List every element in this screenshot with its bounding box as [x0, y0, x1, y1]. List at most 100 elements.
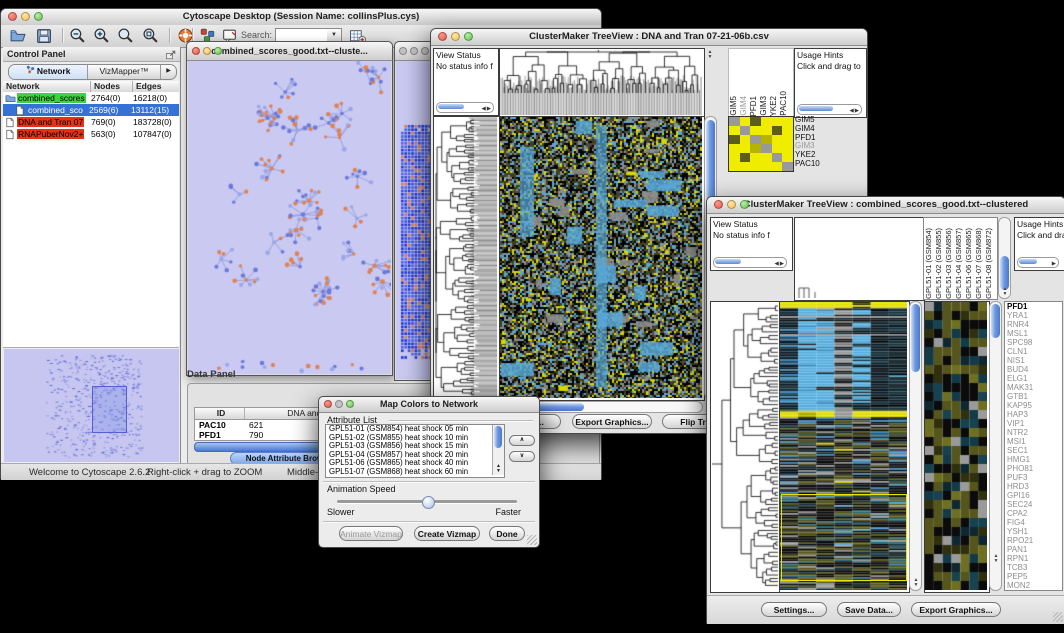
network-table-row[interactable]: RNAPuberNov2+563(0)107847(0) [3, 128, 179, 140]
zoom-matrix-cell[interactable] [782, 126, 793, 135]
zoom-button[interactable] [346, 400, 354, 408]
zoom-button[interactable] [214, 47, 222, 55]
attribute-table-icon[interactable] [196, 388, 213, 405]
tv2-export-graphics-button[interactable]: Export Graphics... [911, 602, 1001, 617]
move-down-button[interactable]: ∨ [509, 451, 535, 462]
zoom-matrix-cell[interactable] [761, 153, 772, 162]
open-file-icon[interactable] [9, 27, 26, 44]
tv2-overview-heatmap[interactable] [779, 301, 910, 593]
birdseye-viewport-rect[interactable] [92, 386, 127, 433]
tv1-view-status-scrollbar[interactable]: ◀▶ [436, 102, 494, 113]
slider-thumb[interactable] [422, 496, 435, 509]
tv1-row-dendrogram[interactable] [433, 116, 500, 401]
zoom-matrix-cell[interactable] [761, 117, 772, 126]
attribute-list-item[interactable]: GPL51-07 (GSM868) heat shock 60 min [326, 468, 504, 477]
zoom-matrix-cell[interactable] [740, 162, 751, 171]
zoom-matrix-cell[interactable] [761, 135, 772, 144]
zoom-matrix-cell[interactable] [772, 162, 783, 171]
resize-grip[interactable] [1053, 612, 1063, 622]
tv2-save-data-button[interactable]: Save Data... [837, 602, 901, 617]
network-canvas[interactable] [188, 61, 391, 374]
zoom-matrix-cell[interactable] [772, 153, 783, 162]
close-button[interactable] [8, 12, 17, 21]
close-button[interactable] [324, 400, 332, 408]
zoom-matrix-cell[interactable] [729, 126, 740, 135]
zoom-matrix-cell[interactable] [750, 126, 761, 135]
zoom-selected-icon[interactable] [117, 27, 134, 44]
minimize-button[interactable] [451, 32, 460, 41]
zoom-button[interactable] [34, 12, 43, 21]
move-up-button[interactable]: ∧ [509, 435, 535, 446]
network-table-row[interactable]: combined_scores2764(0)16218(0) [3, 92, 179, 104]
zoom-matrix-cell[interactable] [772, 144, 783, 153]
treeview2-titlebar[interactable]: ClusterMaker TreeView : combined_scores_… [707, 197, 1064, 214]
network-table-row[interactable]: DNA and Tran 07769(0)183728(0) [3, 116, 179, 128]
tab-overflow-arrow[interactable]: ▶ [161, 65, 176, 79]
zoom-matrix-cell[interactable] [740, 117, 751, 126]
tv1-export-graphics-button[interactable]: Export Graphics... [572, 414, 652, 429]
zoom-matrix-cell[interactable] [772, 126, 783, 135]
zoom-matrix-cell[interactable] [740, 135, 751, 144]
network-grid-canvas[interactable] [396, 61, 431, 379]
zoom-matrix-cell[interactable] [782, 153, 793, 162]
save-icon[interactable] [35, 27, 52, 44]
delete-attribute-icon[interactable] [240, 388, 257, 405]
tab-vizmapper[interactable]: VizMapper™ [88, 65, 161, 79]
main-titlebar[interactable]: Cytoscape Desktop (Session Name: collins… [1, 9, 601, 26]
zoom-matrix-cell[interactable] [750, 144, 761, 153]
close-button[interactable] [714, 200, 723, 209]
resize-grip[interactable] [527, 535, 537, 545]
close-button[interactable] [399, 47, 407, 55]
float-panel-icon[interactable] [165, 48, 177, 60]
zoom-matrix-cell[interactable] [729, 144, 740, 153]
zoom-matrix-cell[interactable] [750, 135, 761, 144]
zoom-matrix-cell[interactable] [782, 135, 793, 144]
zoom-button[interactable] [464, 32, 473, 41]
zoom-matrix-cell[interactable] [729, 135, 740, 144]
zoom-matrix-cell[interactable] [761, 126, 772, 135]
animate-vizmap-button[interactable]: Animate Vizmap [339, 526, 403, 541]
zoom-matrix-cell[interactable] [782, 162, 793, 171]
zoom-matrix-cell[interactable] [782, 117, 793, 126]
tv2-label-scrollbar[interactable]: ▲▼ [998, 217, 1011, 299]
create-vizmap-button[interactable]: Create Vizmap [414, 526, 480, 541]
tv2-column-tree[interactable] [794, 217, 925, 301]
zoom-matrix-cell[interactable] [740, 126, 751, 135]
tv2-gene-scrollbar[interactable]: ▲▼ [989, 301, 1002, 591]
tv2-usage-scrollbar[interactable]: ▶ [1017, 257, 1059, 268]
tab-network[interactable]: Network [9, 65, 88, 79]
birdseye-view[interactable] [4, 349, 179, 462]
tv1-scroll-arrows[interactable]: ▲▼ [705, 50, 715, 60]
new-attribute-icon[interactable] [218, 388, 235, 405]
tv2-overview-scrollbar[interactable]: ▲▼ [909, 301, 922, 591]
zoom-button[interactable] [740, 200, 749, 209]
zoom-matrix-cell[interactable] [729, 162, 740, 171]
close-button[interactable] [192, 47, 200, 55]
zoom-in-icon[interactable] [93, 27, 110, 44]
zoom-matrix-cell[interactable] [761, 144, 772, 153]
attribute-list-scrollbar[interactable]: ▲▼ [492, 425, 504, 475]
tv2-selection-rect[interactable] [781, 494, 907, 581]
zoom-matrix-cell[interactable] [761, 162, 772, 171]
minimize-button[interactable] [335, 400, 343, 408]
tv1-heatmap[interactable] [499, 116, 705, 401]
done-button[interactable]: Done [489, 526, 525, 541]
zoom-matrix-cell[interactable] [729, 153, 740, 162]
tv1-zoom-heatmap[interactable] [728, 116, 794, 172]
zoom-matrix-cell[interactable] [772, 135, 783, 144]
minimize-button[interactable] [410, 47, 418, 55]
tv1-usage-scrollbar[interactable]: ◀▶ [797, 104, 862, 115]
zoom-matrix-cell[interactable] [729, 117, 740, 126]
zoom-matrix-cell[interactable] [750, 162, 761, 171]
network-table-row[interactable]: combined_sco2569(6)13112(15) [3, 104, 179, 116]
zoom-button[interactable] [421, 47, 429, 55]
close-button[interactable] [438, 32, 447, 41]
zoom-matrix-cell[interactable] [772, 117, 783, 126]
tv1-column-dendrogram[interactable] [499, 48, 705, 118]
zoom-matrix-cell[interactable] [750, 153, 761, 162]
zoom-out-icon[interactable] [69, 27, 86, 44]
zoom-matrix-cell[interactable] [740, 153, 751, 162]
minimize-button[interactable] [203, 47, 211, 55]
minimize-button[interactable] [21, 12, 30, 21]
treeview1-titlebar[interactable]: ClusterMaker TreeView : DNA and Tran 07-… [431, 29, 867, 46]
